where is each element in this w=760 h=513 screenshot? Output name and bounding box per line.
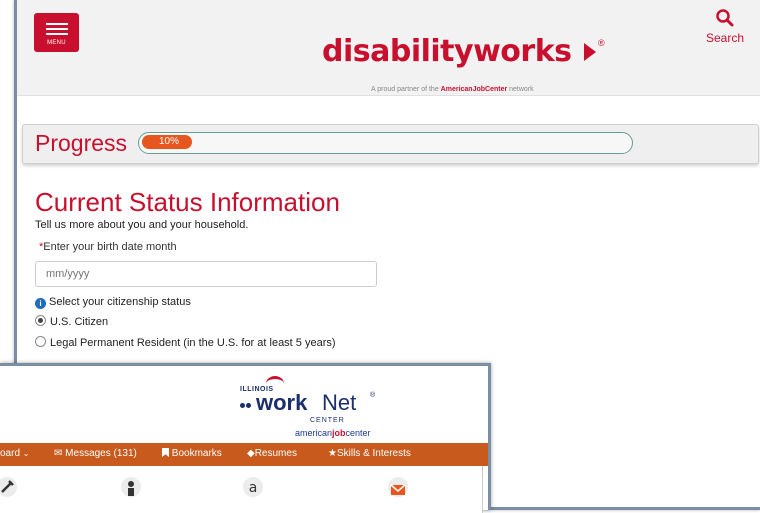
play-arrow-icon bbox=[584, 43, 596, 61]
nav-messages-label: Messages (131) bbox=[65, 448, 137, 459]
ajc-part1: american bbox=[295, 428, 333, 438]
logo-text: disabilityworks bbox=[322, 34, 572, 69]
hamburger-icon bbox=[45, 23, 68, 25]
diamond-icon: ◆ bbox=[247, 448, 255, 459]
tools-icon[interactable] bbox=[0, 476, 18, 498]
illinois-worknet-logo[interactable]: ILLINOIS work Net ® CENTER americanjobce… bbox=[236, 374, 446, 438]
certificate-icon[interactable]: a bbox=[242, 476, 264, 498]
search-icon bbox=[716, 9, 734, 27]
dots-icon bbox=[240, 395, 252, 413]
envelope-icon: ✉ bbox=[54, 448, 63, 459]
person-icon[interactable] bbox=[120, 476, 142, 498]
partner-prefix: A proud partner of the bbox=[371, 86, 441, 93]
radio-us-citizen[interactable]: U.S. Citizen bbox=[35, 315, 108, 328]
birth-date-label: *Enter your birth date month bbox=[39, 241, 177, 253]
partner-suffix: network bbox=[507, 86, 534, 93]
bookmark-icon bbox=[162, 448, 169, 457]
radio-button[interactable] bbox=[35, 336, 46, 347]
search-label: Search bbox=[705, 31, 745, 45]
nav-bookmarks[interactable]: Bookmarks bbox=[162, 448, 222, 459]
ajc-part3: center bbox=[345, 428, 371, 438]
site-header: MENU disabilityworks ® A proud partner o… bbox=[17, 0, 760, 96]
partner-tagline: A proud partner of the AmericanJobCenter… bbox=[371, 86, 534, 93]
radio-permanent-resident[interactable]: Legal Permanent Resident (in the U.S. fo… bbox=[35, 336, 336, 349]
progress-percent: 10% bbox=[159, 136, 180, 147]
progress-title: Progress bbox=[35, 130, 128, 156]
citizenship-label: i Select your citizenship status bbox=[35, 296, 191, 309]
envelope-icon[interactable] bbox=[387, 476, 409, 498]
illinois-worknet-window: ILLINOIS work Net ® CENTER americanjobce… bbox=[0, 363, 491, 513]
nav-resumes[interactable]: ◆Resumes bbox=[247, 448, 297, 459]
nav-dashboard-label: oard bbox=[0, 448, 21, 459]
nav-dashboard[interactable]: oard ⌄ bbox=[0, 448, 30, 459]
search-button[interactable]: Search bbox=[700, 8, 750, 45]
chevron-down-icon: ⌄ bbox=[22, 449, 30, 458]
section-title: Current Status Information bbox=[35, 187, 340, 217]
logo-part2: works bbox=[473, 34, 572, 69]
partner-brand: AmericanJobCenter bbox=[440, 86, 508, 93]
ajc-part2: job bbox=[332, 428, 346, 438]
birth-date-label-text: Enter your birth date month bbox=[43, 241, 177, 253]
work-text: work bbox=[256, 390, 308, 415]
menu-button[interactable]: MENU bbox=[34, 13, 79, 52]
logo-part1: disability bbox=[322, 34, 474, 69]
disabilityworks-logo[interactable]: disabilityworks ® bbox=[322, 34, 642, 74]
section-subtitle: Tell us more about you and your househol… bbox=[35, 219, 249, 231]
dot bbox=[246, 403, 251, 408]
radio-label: U.S. Citizen bbox=[50, 316, 109, 328]
worknet-nav-bar: oard ⌄ ✉ Messages (131) Bookmarks ◆Resum… bbox=[0, 443, 488, 466]
nav-messages[interactable]: ✉ Messages (131) bbox=[54, 448, 137, 459]
registered-mark: ® bbox=[598, 38, 605, 48]
net-text: Net bbox=[322, 390, 357, 415]
radio-button-selected[interactable] bbox=[35, 315, 46, 326]
citizenship-label-text: Select your citizenship status bbox=[49, 296, 191, 308]
nav-resumes-label: Resumes bbox=[254, 448, 297, 459]
hamburger-icon-bar bbox=[45, 28, 68, 30]
birth-date-input[interactable] bbox=[35, 261, 377, 287]
svg-text:a: a bbox=[249, 480, 258, 496]
radio-label: Legal Permanent Resident (in the U.S. fo… bbox=[50, 337, 336, 349]
registered-mark: ® bbox=[370, 392, 376, 399]
nav-bookmarks-label: Bookmarks bbox=[171, 448, 222, 459]
american-job-center-logo: americanjobcenter bbox=[295, 428, 371, 438]
hamburger-icon-bar bbox=[45, 33, 68, 35]
nav-skills-label: Skills & Interests bbox=[336, 448, 411, 459]
nav-skills-interests[interactable]: ★Skills & Interests bbox=[328, 448, 411, 459]
worknet-content: a bbox=[0, 466, 483, 513]
progress-track: 10% bbox=[138, 132, 633, 154]
star-icon: ★ bbox=[328, 448, 337, 459]
info-icon[interactable]: i bbox=[35, 298, 46, 309]
progress-fill: 10% bbox=[142, 135, 192, 149]
dot bbox=[240, 403, 245, 408]
progress-panel: Progress 10% bbox=[22, 124, 759, 164]
center-text: CENTER bbox=[310, 417, 345, 424]
menu-label: MENU bbox=[47, 40, 66, 46]
